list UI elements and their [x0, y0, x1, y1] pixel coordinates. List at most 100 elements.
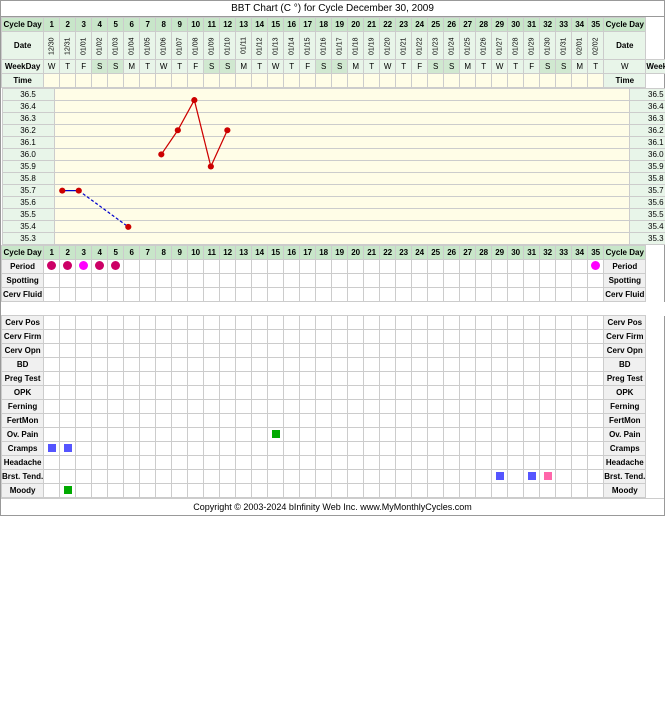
- date-label: Date: [2, 32, 44, 60]
- cd-4: 4: [92, 18, 108, 32]
- date-20: 01/18: [348, 32, 364, 60]
- bbt-row-359: 35.9 35.9: [2, 161, 665, 173]
- temp-label-358: 35.8: [2, 173, 54, 185]
- date-33: 01/31: [556, 32, 572, 60]
- temp-label-353-r: 35.3: [630, 233, 665, 245]
- temp-grid-360: [54, 149, 630, 161]
- temp-label-359: 35.9: [2, 161, 54, 173]
- spacer-1: [2, 302, 665, 316]
- bbt-inner-table: 36.5 36.5 36.4 36.4 36.3 36.3: [2, 88, 665, 245]
- cd-19: 19: [332, 18, 348, 32]
- bbt-row-356: 35.6 35.6: [2, 197, 665, 209]
- temp-grid-364: [54, 101, 630, 113]
- period-dot-d4: [95, 261, 104, 270]
- temp-grid-353: [54, 233, 630, 245]
- bbt-row-355: 35.5 35.5: [2, 209, 665, 221]
- date-11: 01/09: [204, 32, 220, 60]
- bbt-row-363: 36.3 36.3: [2, 113, 665, 125]
- cd-25: 25: [428, 18, 444, 32]
- temp-label-357: 35.7: [2, 185, 54, 197]
- date-9: 01/07: [172, 32, 188, 60]
- temp-grid-355: [54, 209, 630, 221]
- ov-pain-row: Ov. Pain Ov. Pain: [2, 428, 665, 442]
- cd-7: 7: [140, 18, 156, 32]
- cerv-pos-label-right: Cerv Pos: [604, 316, 646, 330]
- period-dot-d5: [111, 261, 120, 270]
- date-7: 01/05: [140, 32, 156, 60]
- cd-35: 35: [588, 18, 604, 32]
- bd-row: BD BD: [2, 358, 665, 372]
- weekday-label: WeekDay: [2, 60, 44, 74]
- bbt-row-365: 36.5 36.5: [2, 89, 665, 101]
- cd-28: 28: [476, 18, 492, 32]
- fertmon-row: FertMon FertMon: [2, 414, 665, 428]
- cramps-row: Cramps Cramps: [2, 442, 665, 456]
- cd-13: 13: [236, 18, 252, 32]
- cd-10: 10: [188, 18, 204, 32]
- cd-6: 6: [124, 18, 140, 32]
- headache-row: Headache Headache: [2, 456, 665, 470]
- temp-label-363: 36.3: [2, 113, 54, 125]
- temp-grid-358: [54, 173, 630, 185]
- cd-23: 23: [396, 18, 412, 32]
- cd-27: 27: [460, 18, 476, 32]
- bbt-row-360: 36.0 36.0: [2, 149, 665, 161]
- opk-label: OPK: [2, 386, 44, 400]
- fertmon-label-right: FertMon: [604, 414, 646, 428]
- bbt-chart-row: 36.5 36.5 36.4 36.4 36.3 36.3: [2, 88, 665, 246]
- temp-grid-362: [54, 125, 630, 137]
- temp-label-360-r: 36.0: [630, 149, 665, 161]
- date-31: 01/29: [524, 32, 540, 60]
- temp-label-361-r: 36.1: [630, 137, 665, 149]
- cd-9: 9: [172, 18, 188, 32]
- ferning-label: Ferning: [2, 400, 44, 414]
- bd-label-right: BD: [604, 358, 646, 372]
- date-26: 01/24: [444, 32, 460, 60]
- date-23: 01/21: [396, 32, 412, 60]
- date-10: 01/08: [188, 32, 204, 60]
- date-1: 12/30: [44, 32, 60, 60]
- weekday-label-right: WeekDay: [646, 60, 665, 74]
- temp-label-365: 36.5: [2, 89, 54, 101]
- cd-5: 5: [108, 18, 124, 32]
- temp-label-359-r: 35.9: [630, 161, 665, 173]
- cramps-label: Cramps: [2, 442, 44, 456]
- cd-33: 33: [556, 18, 572, 32]
- period-label: Period: [2, 260, 44, 274]
- temp-label-357-r: 35.7: [630, 185, 665, 197]
- cd-30: 30: [508, 18, 524, 32]
- date-35: 02/02: [588, 32, 604, 60]
- temp-label-358-r: 35.8: [630, 173, 665, 185]
- preg-test-row: Preg Test Preg Test: [2, 372, 665, 386]
- temp-grid-357: [54, 185, 630, 197]
- brst-tend-sq-d29: [496, 472, 504, 480]
- temp-label-363-r: 36.3: [630, 113, 665, 125]
- date-25: 01/23: [428, 32, 444, 60]
- date-21: 01/19: [364, 32, 380, 60]
- headache-label-right: Headache: [604, 456, 646, 470]
- temp-label-360: 36.0: [2, 149, 54, 161]
- temp-label-364: 36.4: [2, 101, 54, 113]
- temp-label-355: 35.5: [2, 209, 54, 221]
- date-22: 01/20: [380, 32, 396, 60]
- period-row: Period Period: [2, 260, 665, 274]
- date-24: 01/22: [412, 32, 428, 60]
- brst-tend-label-right: Brst. Tend.: [604, 470, 646, 484]
- date-12: 01/10: [220, 32, 236, 60]
- cycle-day-bottom-row: Cycle Day 12345 678910 1112131415 161718…: [2, 246, 665, 260]
- temp-grid-365: [54, 89, 630, 101]
- cd-21: 21: [364, 18, 380, 32]
- cd-24: 24: [412, 18, 428, 32]
- cd-3: 3: [76, 18, 92, 32]
- cd-26: 26: [444, 18, 460, 32]
- bbt-row-358: 35.8 35.8: [2, 173, 665, 185]
- bbt-row-364: 36.4 36.4: [2, 101, 665, 113]
- weekday-row: WeekDay WTF SS MTWTF SS MTWTF SS MTWTF S…: [2, 60, 665, 74]
- cd-1: 1: [44, 18, 60, 32]
- time-label-right: Time: [604, 74, 646, 88]
- cd-20: 20: [348, 18, 364, 32]
- ov-pain-sq-d15: [272, 430, 280, 438]
- temp-grid-361: [54, 137, 630, 149]
- cd-18: 18: [316, 18, 332, 32]
- date-29: 01/27: [492, 32, 508, 60]
